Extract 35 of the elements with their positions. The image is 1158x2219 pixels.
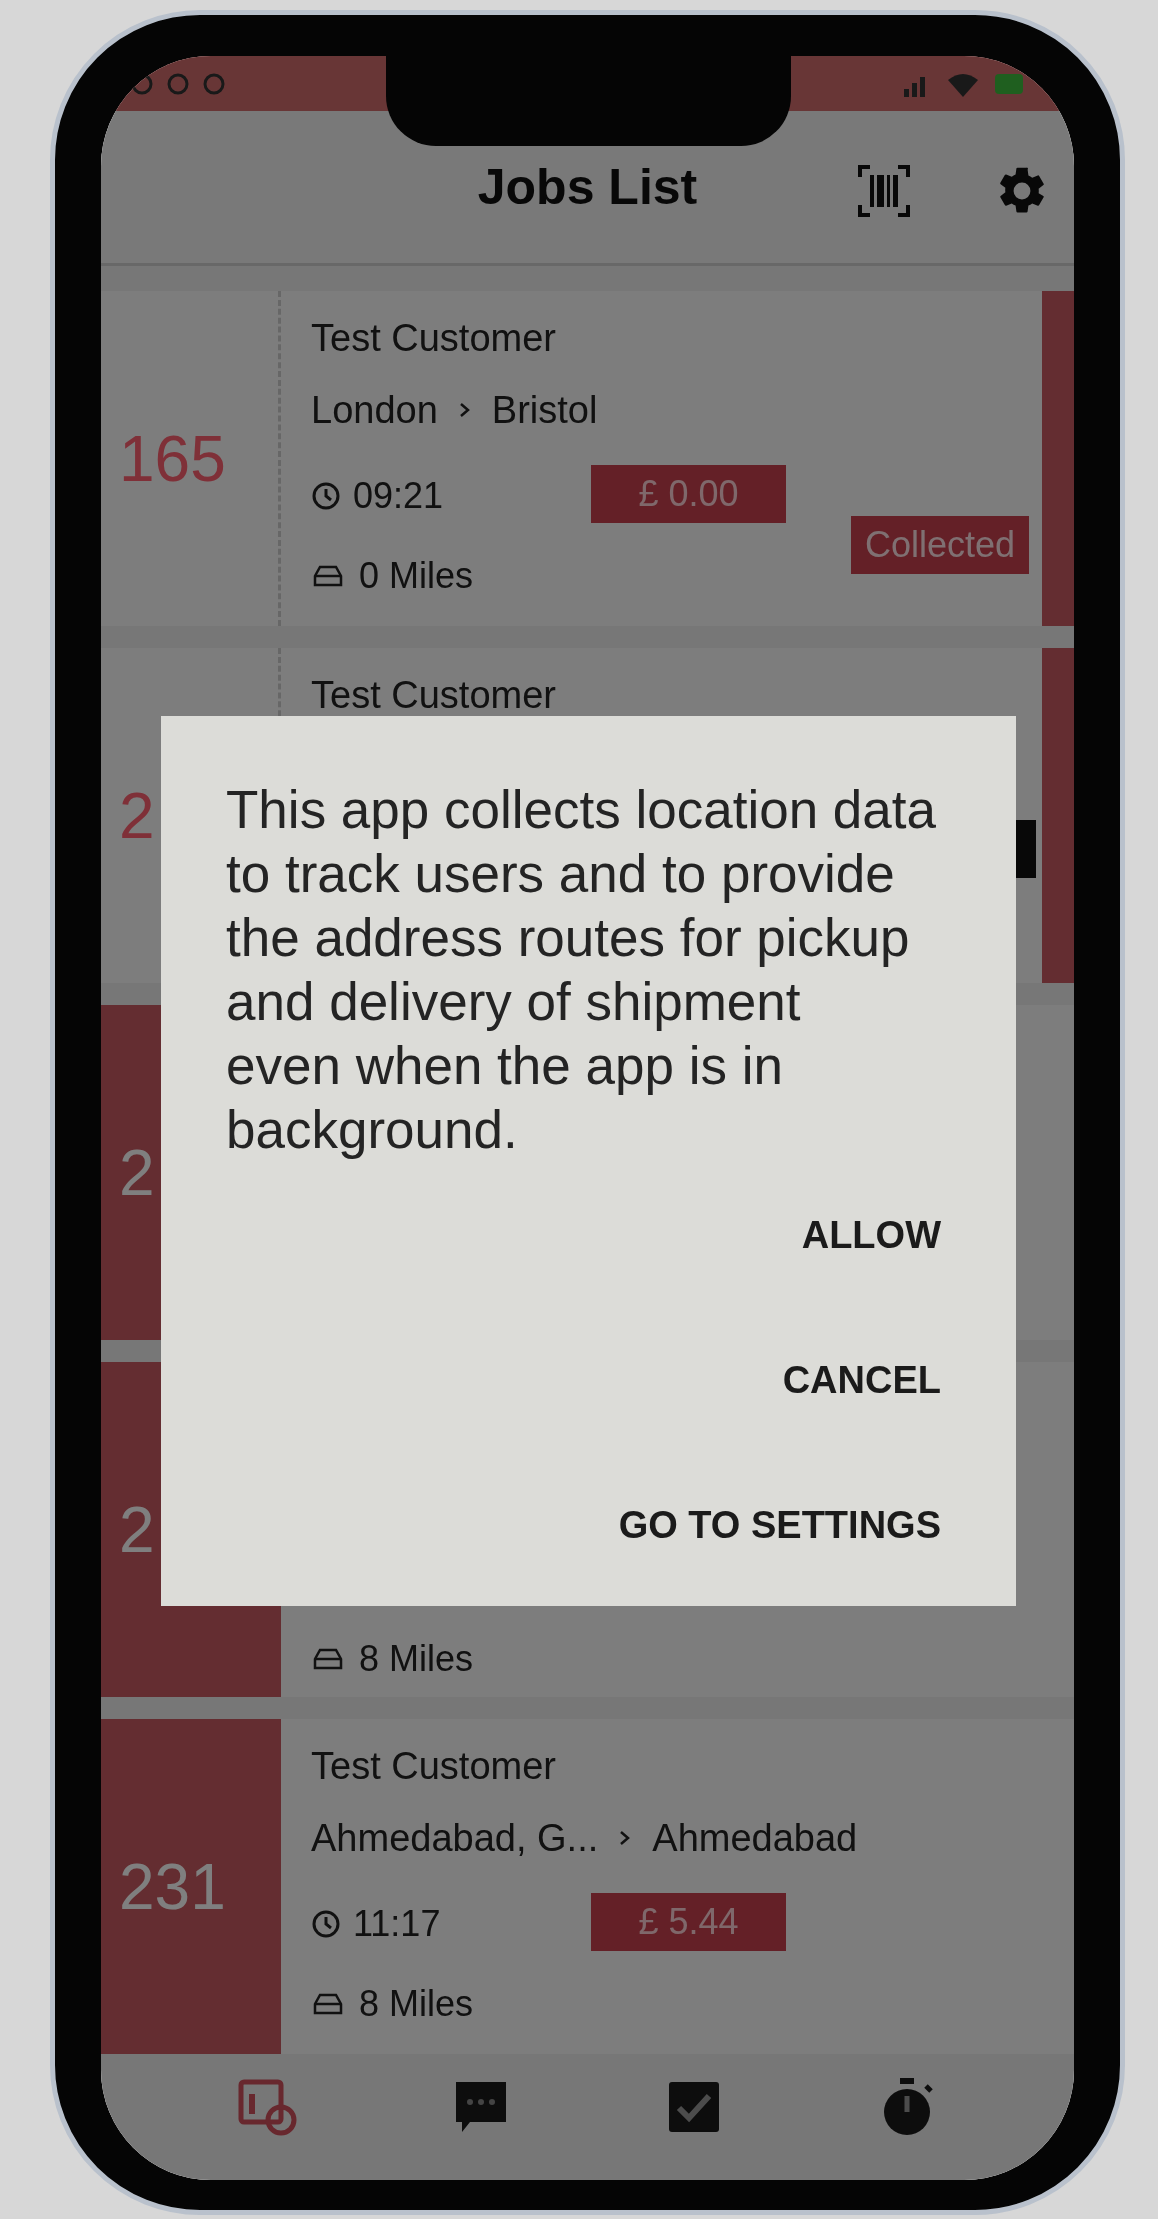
swipe-handle[interactable] xyxy=(1042,291,1074,626)
job-time: 09:21 xyxy=(353,475,444,517)
job-number: 2 xyxy=(119,1492,155,1567)
route-destination: Bristol xyxy=(491,389,598,432)
battery-icon xyxy=(994,71,1024,96)
customer-name: Test Customer xyxy=(311,1745,557,1789)
notification-icon xyxy=(203,72,225,95)
job-distance: 8 Miles xyxy=(359,1638,474,1680)
route-destination: Ahmedabad xyxy=(652,1817,858,1860)
job-number: 2 xyxy=(119,778,155,853)
dialog-button[interactable]: ALLOW xyxy=(786,1163,956,1308)
job-number: 2 xyxy=(119,1135,155,1210)
clock-icon xyxy=(311,1909,341,1939)
customer-name: Test Customer xyxy=(311,317,557,361)
job-card[interactable]: 231 Test Customer Ahmedabad, G... Ahmedabad 11:17 £ 5.44 8 Miles xyxy=(101,1719,1074,2054)
swipe-handle[interactable] xyxy=(1042,648,1074,983)
route-origin: Ahmedabad, G... xyxy=(311,1817,599,1860)
job-distance: 0 Miles xyxy=(359,555,474,597)
barcode-scan-icon[interactable] xyxy=(856,163,912,219)
customer-name: Test Customer xyxy=(311,674,556,718)
price-badge: £ 0.00 xyxy=(591,465,786,523)
clock-icon xyxy=(311,481,341,511)
dialog-message: This app collects location data to track users and to provide the address routes for pickup and delivery of shipment even when the app is in background. xyxy=(225,779,937,1161)
route-origin: London xyxy=(311,389,438,432)
job-time: 11:17 xyxy=(353,1903,441,1945)
job-number: 231 xyxy=(119,1849,226,1924)
job-distance: 8 Miles xyxy=(359,1983,474,2025)
job-card[interactable]: 165 Test Customer London Bristol 09:21 £ 0.00 0 Miles Collected xyxy=(101,291,1074,626)
dialog-button[interactable]: CANCEL xyxy=(767,1308,956,1453)
notification-icon xyxy=(167,72,189,95)
page-title: Jobs List xyxy=(477,158,698,216)
price-badge: £ 5.44 xyxy=(591,1893,786,1951)
dialog-button[interactable]: GO TO SETTINGS xyxy=(603,1453,956,1598)
status-badge: Collected xyxy=(850,516,1029,574)
job-number: 165 xyxy=(119,421,226,496)
